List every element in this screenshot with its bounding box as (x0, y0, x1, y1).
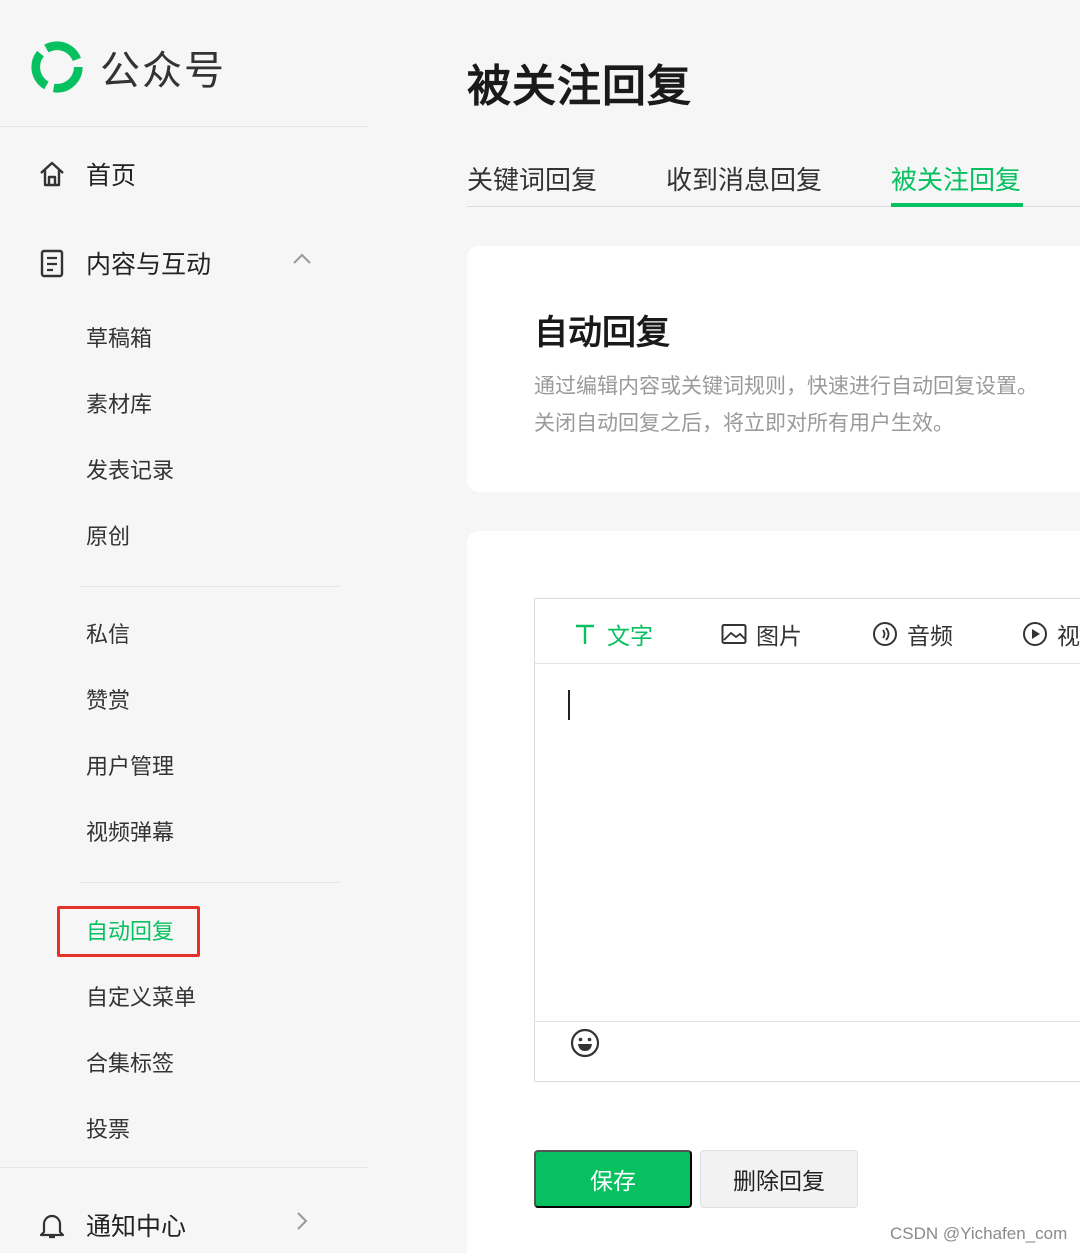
sidebar-item-auto-reply[interactable]: 自动回复 (86, 918, 174, 948)
sidebar-item-custom-menu[interactable]: 自定义菜单 (86, 984, 196, 1014)
editor-footer (535, 1021, 1080, 1081)
sidebar-item-user-management[interactable]: 用户管理 (86, 753, 174, 783)
type-tab-label: 图片 (756, 624, 802, 650)
card-description-line: 关闭自动回复之后，将立即对所有用户生效。 (534, 411, 954, 435)
brand-name: 公众号 (100, 48, 226, 94)
chevron-right-icon (288, 1207, 316, 1235)
emoji-icon[interactable] (569, 1027, 601, 1059)
sidebar-group-divider (80, 586, 340, 587)
sidebar-item-collection-tags[interactable]: 合集标签 (86, 1050, 174, 1080)
save-button[interactable]: 保存 (534, 1150, 692, 1208)
reply-text-input[interactable] (535, 664, 1080, 1021)
type-tab-audio[interactable]: 音频 (871, 617, 953, 651)
sidebar-divider (0, 126, 368, 127)
reply-editor: 文字 图片 音频 视 (534, 598, 1080, 1082)
sidebar-item-label: 首页 (86, 161, 137, 190)
text-icon (571, 620, 599, 648)
sidebar-divider (0, 1167, 368, 1168)
sidebar-item-label: 通知中心 (86, 1212, 187, 1241)
editor-type-toolbar: 文字 图片 音频 视 (535, 599, 1080, 664)
auto-reply-info-card (467, 246, 1080, 492)
home-icon (36, 158, 68, 190)
video-icon (1021, 620, 1049, 648)
chevron-up-icon[interactable] (288, 245, 316, 273)
sidebar-item-original[interactable]: 原创 (86, 523, 130, 553)
text-caret (568, 690, 570, 720)
sidebar-item-home[interactable]: 首页 (36, 156, 136, 192)
type-tab-video[interactable]: 视 (1021, 617, 1080, 651)
card-title: 自动回复 (534, 313, 670, 353)
type-tab-label: 文字 (607, 624, 653, 650)
wechat-official-account-logo-icon (31, 41, 83, 93)
sidebar-item-publish-records[interactable]: 发表记录 (86, 457, 174, 487)
watermark: CSDN @Yichafen_com (890, 1224, 1068, 1243)
image-icon (720, 620, 748, 648)
tab-follow-reply[interactable]: 被关注回复 (891, 160, 1021, 197)
audio-icon (871, 620, 899, 648)
brand[interactable]: 公众号 (28, 38, 226, 96)
page-title: 被关注回复 (467, 61, 692, 112)
type-tab-text[interactable]: 文字 (571, 617, 653, 651)
tab-keyword-reply[interactable]: 关键词回复 (467, 160, 597, 197)
delete-reply-button[interactable]: 删除回复 (700, 1150, 858, 1208)
sidebar-item-vote[interactable]: 投票 (86, 1116, 130, 1146)
sidebar-item-messages[interactable]: 私信 (86, 621, 130, 651)
sidebar-item-drafts[interactable]: 草稿箱 (86, 325, 152, 355)
tab-message-reply[interactable]: 收到消息回复 (666, 160, 822, 197)
type-tab-label: 视 (1057, 624, 1080, 650)
sidebar-item-video-danmaku[interactable]: 视频弹幕 (86, 819, 174, 849)
type-tab-label: 音频 (907, 624, 953, 650)
active-tab-indicator (891, 203, 1023, 207)
sidebar-section-content[interactable]: 内容与互动 (36, 245, 336, 281)
sidebar-item-notification-center[interactable]: 通知中心 (36, 1207, 336, 1243)
page: 公众号 首页 内容与互动 草稿箱 素材库 发表记录 原创 私信 赞赏 用户管理 … (0, 0, 1080, 1253)
sidebar: 公众号 首页 内容与互动 草稿箱 素材库 发表记录 原创 私信 赞赏 用户管理 … (0, 0, 368, 1253)
reply-type-tabs: 关键词回复 收到消息回复 被关注回复 (467, 154, 1080, 207)
bell-icon (36, 1209, 68, 1241)
type-tab-image[interactable]: 图片 (720, 617, 802, 651)
sidebar-group-divider (80, 882, 340, 883)
sidebar-item-materials[interactable]: 素材库 (86, 391, 152, 421)
card-description-line: 通过编辑内容或关键词规则，快速进行自动回复设置。 (534, 374, 1038, 398)
sidebar-item-rewards[interactable]: 赞赏 (86, 687, 130, 717)
sidebar-section-label: 内容与互动 (86, 250, 212, 279)
document-icon (36, 247, 68, 279)
